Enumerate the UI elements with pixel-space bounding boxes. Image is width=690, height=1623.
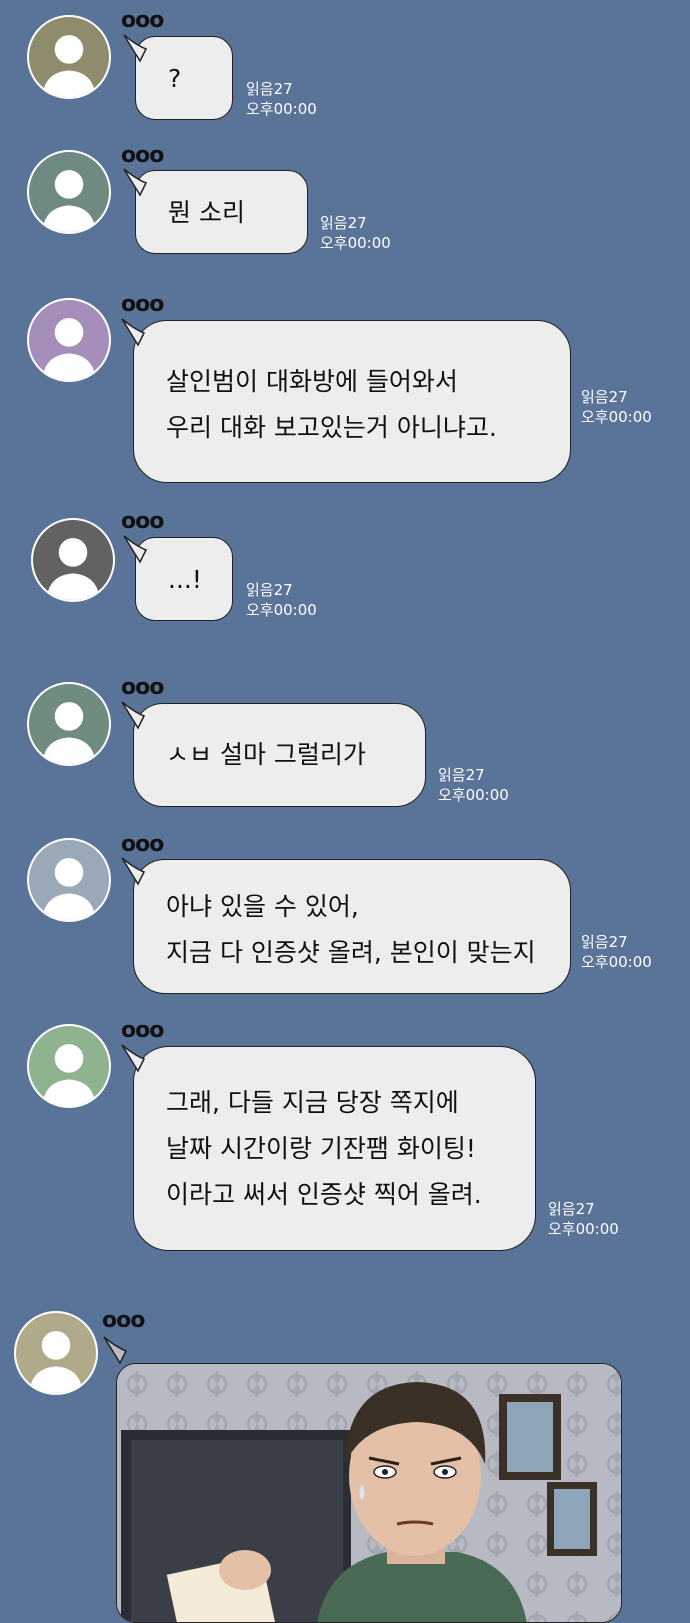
avatar[interactable]: [27, 298, 111, 382]
message-meta: 읽음27 오후00:00: [548, 1199, 619, 1239]
message-text: 그래, 다들 지금 당장 쪽지에: [166, 1088, 459, 1117]
timestamp: 오후00:00: [320, 234, 391, 252]
message-text: 살인범이 대화방에 들어와서: [166, 367, 458, 396]
avatar[interactable]: [27, 150, 111, 234]
message-meta: 읽음27 오후00:00: [246, 580, 317, 620]
message-bubble[interactable]: 살인범이 대화방에 들어와서 우리 대화 보고있는거 아니냐고.: [121, 318, 571, 483]
message-text: ?: [168, 64, 182, 93]
selfie-illustration: [117, 1364, 621, 1622]
sender-name: ooo: [121, 143, 164, 168]
message-text: 우리 대화 보고있는거 아니냐고.: [166, 413, 497, 442]
read-count: 읽음27: [581, 933, 628, 951]
message-bubble[interactable]: ㅅㅂ 설마 그럴리가: [121, 701, 426, 807]
timestamp: 오후00:00: [548, 1220, 619, 1238]
message-text: ㅅㅂ 설마 그럴리가: [166, 740, 366, 769]
person-silhouette-icon: [42, 702, 96, 764]
timestamp: 오후00:00: [246, 601, 317, 619]
sender-name: ooo: [121, 509, 164, 534]
message-bubble[interactable]: 아냐 있을 수 있어, 지금 다 인증샷 올려, 본인이 맞는지: [121, 857, 571, 994]
sender-name: ooo: [121, 832, 164, 857]
message-meta: 읽음27 오후00:00: [438, 765, 509, 805]
person-silhouette-icon: [29, 1331, 83, 1393]
person-silhouette-icon: [42, 35, 96, 97]
read-count: 읽음27: [438, 766, 485, 784]
sender-name: ooo: [121, 292, 164, 317]
sender-name: ooo: [121, 1018, 164, 1043]
timestamp: 오후00:00: [246, 100, 317, 118]
sender-name: ooo: [121, 675, 164, 700]
message-bubble[interactable]: 뭔 소리: [123, 168, 308, 254]
message-text: 이라고 써서 인증샷 찍어 올려.: [166, 1180, 482, 1209]
message-text: 지금 다 인증샷 올려, 본인이 맞는지: [166, 938, 536, 967]
message-meta: 읽음27 오후00:00: [581, 932, 652, 972]
person-silhouette-icon: [46, 538, 100, 600]
avatar[interactable]: [27, 838, 111, 922]
bubble-tail: [103, 1336, 128, 1365]
person-silhouette-icon: [42, 170, 96, 232]
message-text: 뭔 소리: [168, 198, 245, 227]
read-count: 읽음27: [548, 1200, 595, 1218]
photo-message[interactable]: [116, 1363, 622, 1623]
message-text: 날짜 시간이랑 기잔팸 화이팅!: [166, 1134, 476, 1163]
read-count: 읽음27: [246, 80, 293, 98]
avatar[interactable]: [14, 1311, 98, 1395]
timestamp: 오후00:00: [581, 408, 652, 426]
person-silhouette-icon: [42, 858, 96, 920]
message-bubble[interactable]: 그래, 다들 지금 당장 쪽지에 날짜 시간이랑 기잔팸 화이팅! 이라고 써서…: [121, 1044, 536, 1251]
message-bubble[interactable]: ?: [123, 34, 233, 120]
sender-name: ooo: [102, 1308, 145, 1333]
read-count: 읽음27: [320, 214, 367, 232]
avatar[interactable]: [27, 15, 111, 99]
message-meta: 읽음27 오후00:00: [320, 213, 391, 253]
avatar[interactable]: [31, 518, 115, 602]
person-silhouette-icon: [42, 1044, 96, 1106]
avatar[interactable]: [27, 1024, 111, 1108]
avatar[interactable]: [27, 682, 111, 766]
timestamp: 오후00:00: [438, 786, 509, 804]
read-count: 읽음27: [246, 581, 293, 599]
message-text: 아냐 있을 수 있어,: [166, 892, 359, 921]
message-meta: 읽음27 오후00:00: [581, 387, 652, 427]
person-silhouette-icon: [42, 318, 96, 380]
read-count: 읽음27: [581, 388, 628, 406]
message-meta: 읽음27 오후00:00: [246, 79, 317, 119]
message-text: ...!: [168, 565, 202, 594]
message-bubble[interactable]: ...!: [123, 535, 233, 621]
timestamp: 오후00:00: [581, 953, 652, 971]
sender-name: ooo: [121, 8, 164, 33]
